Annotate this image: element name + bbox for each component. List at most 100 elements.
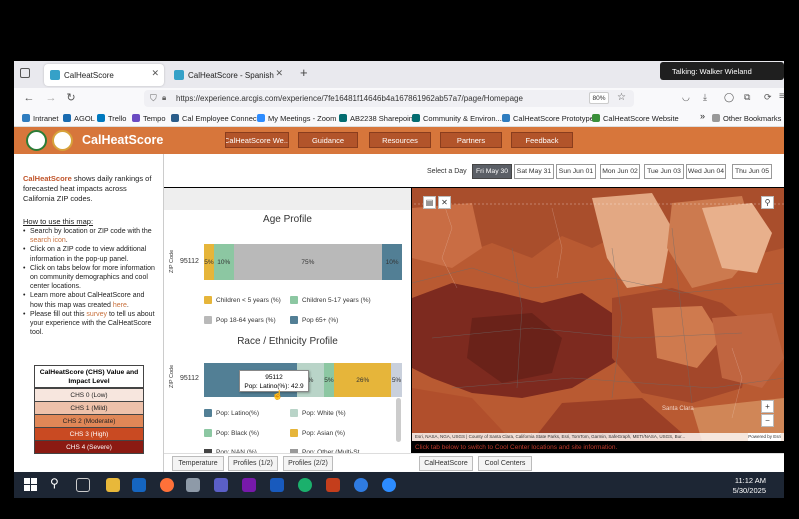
pocket-icon[interactable]: ◡ [682,92,690,103]
back-arrow-icon[interactable]: ← [22,92,36,105]
bookmark-intranet[interactable]: Intranet [22,112,58,124]
race-bar-segment-2[interactable]: 5% [323,363,335,397]
place-label-santa-clara: Santa Clara [662,406,694,412]
nav-partners[interactable]: Partners [440,132,502,148]
bookmark-tempo[interactable]: Tempo [132,112,166,124]
survey-link[interactable]: survey [86,311,107,318]
tab-cool-centers[interactable]: Cool Centers [478,456,532,471]
zoom-out-button[interactable]: − [761,414,774,427]
age-bar-segment-2[interactable]: 75% [233,244,383,280]
extensions-icon[interactable]: ⧉ [744,92,750,103]
day-button-3[interactable]: Mon Jun 02 [600,164,640,179]
zoom-icon[interactable] [382,478,396,492]
bookmark-icon [339,114,347,122]
close-icon[interactable]: ✕ [151,68,159,79]
url-bar[interactable]: ⛉ 🔒︎ https://experience.arcgis.com/exper… [144,90,634,107]
day-button-5[interactable]: Wed Jun 04 [686,164,726,179]
bookmark-cal-employee-connect[interactable]: Cal Employee Connect [171,112,259,124]
file-explorer-icon[interactable] [106,478,120,492]
chrome-icon[interactable] [354,478,368,492]
search-icon-link[interactable]: search icon [30,237,66,244]
globe-icon [174,70,184,80]
onenote-icon[interactable] [242,478,256,492]
word-icon[interactable] [270,478,284,492]
tab-profiles-2[interactable]: Profiles (2/2) [283,456,333,471]
attribution-text: Esri, NASA, NGA, USGS | County of Santa … [415,434,686,439]
age-legend-item-1[interactable]: Children 5-17 years (%) [290,296,371,304]
zoom-in-button[interactable]: + [761,400,774,413]
powered-by-esri[interactable]: Powered by Esri [748,433,781,441]
chevron-right-icon[interactable]: » [700,111,705,121]
map-close-icon[interactable]: ✕ [438,196,451,209]
age-legend-item-3[interactable]: Pop 65+ (%) [290,316,338,324]
race-legend-item-0[interactable]: Pop: Latino(%) [204,409,259,417]
tab-temperature[interactable]: Temperature [172,456,224,471]
bookmark-agol[interactable]: AGOL [63,112,95,124]
new-tab-button[interactable]: + [300,65,308,80]
map-widget-icon[interactable]: ▤ [423,196,436,209]
nav-guidance[interactable]: Guidance [298,132,358,148]
menu-icon[interactable]: ≡ [779,91,785,102]
download-icon[interactable]: ⤓ [703,92,707,103]
forward-arrow-icon[interactable]: → [44,92,58,105]
legend-label: Pop 65+ (%) [302,316,339,324]
bookmark-zoom[interactable]: My Meetings - Zoom [257,112,336,124]
bookmark-trello[interactable]: Trello [97,112,126,124]
powerpoint-icon[interactable] [326,478,340,492]
age-bar-segment-3[interactable]: 10% [382,244,402,280]
app-icon[interactable] [186,478,200,492]
tab-calheatscore-spanish[interactable]: CalHeatScore - Spanish ✕ [168,64,288,86]
legend-label: Pop: Black (%) [216,429,259,437]
tab-calheatscore-map[interactable]: CalHeatScore [419,456,473,471]
legend-item-chs-2: CHS 2 (Moderate) [35,414,143,427]
teams-icon[interactable] [214,478,228,492]
reload-icon[interactable]: ↻ [64,92,78,105]
tab-profiles-1[interactable]: Profiles (1/2) [228,456,278,471]
bookmark-ab2238[interactable]: AB2238 Sharepoint [339,112,415,124]
tab-label: CalHeatScore [64,70,114,80]
day-button-6[interactable]: Thu Jun 05 [732,164,772,179]
map-search-icon[interactable]: ⚲ [761,196,774,209]
race-bar-segment-3[interactable]: 26% [334,363,392,397]
age-bar-segment-0[interactable]: 5% [204,244,214,280]
windows-start-icon[interactable] [24,478,37,491]
bookmark-prototype[interactable]: CalHeatScore Prototype [502,112,594,124]
age-legend-item-0[interactable]: Children < 5 years (%) [204,296,281,304]
map-canvas[interactable]: Santa Clara [412,188,784,441]
search-icon[interactable]: ⚲ [50,476,59,490]
race-profile-title: Race / Ethnicity Profile [237,336,338,347]
star-icon[interactable]: ☆ [617,92,626,103]
legend-scrollbar[interactable] [396,398,401,442]
nav-feedback[interactable]: Feedback [511,132,573,148]
tab-overview-icon[interactable] [20,68,30,78]
firefox-icon[interactable] [160,478,174,492]
age-legend-item-2[interactable]: Pop 18-64 years (%) [204,316,276,324]
outlook-icon[interactable] [132,478,146,492]
nav-resources[interactable]: Resources [369,132,431,148]
close-icon[interactable]: ✕ [275,68,283,79]
day-button-1[interactable]: Sat May 31 [514,164,554,179]
bookmark-website[interactable]: CalHeatScore Website [592,112,679,124]
app-header: CalHeatScore CalHeatScore We... Guidance… [14,127,784,154]
account-icon[interactable]: ◯ [724,92,734,103]
bookmark-icon [63,114,71,122]
bookmark-community[interactable]: Community & Environ... [412,112,502,124]
day-button-0[interactable]: Fri May 30 [472,164,512,179]
edge-icon[interactable] [298,478,312,492]
age-bar-segment-1[interactable]: 10% [213,244,234,280]
system-clock[interactable]: 11:12 AM 5/30/2025 [733,476,766,496]
race-bar-segment-4[interactable]: 5% [391,363,402,397]
nav-calheatscore-website[interactable]: CalHeatScore We... [225,132,289,148]
zoom-level[interactable]: 80% [589,92,609,104]
day-button-2[interactable]: Sun Jun 01 [556,164,596,179]
sync-icon[interactable]: ⟳ [764,92,772,103]
tab-calheatscore[interactable]: CalHeatScore ✕ [44,64,164,86]
race-legend-item-3[interactable]: Pop: Asian (%) [290,429,345,437]
heat-map[interactable]: Santa Clara [412,188,784,441]
here-link[interactable]: here [113,302,127,309]
day-button-4[interactable]: Tue Jun 03 [644,164,684,179]
task-view-icon[interactable] [76,478,90,492]
other-bookmarks[interactable]: Other Bookmarks [712,112,781,124]
race-legend-item-1[interactable]: Pop: White (%) [290,409,346,417]
race-legend-item-2[interactable]: Pop: Black (%) [204,429,259,437]
